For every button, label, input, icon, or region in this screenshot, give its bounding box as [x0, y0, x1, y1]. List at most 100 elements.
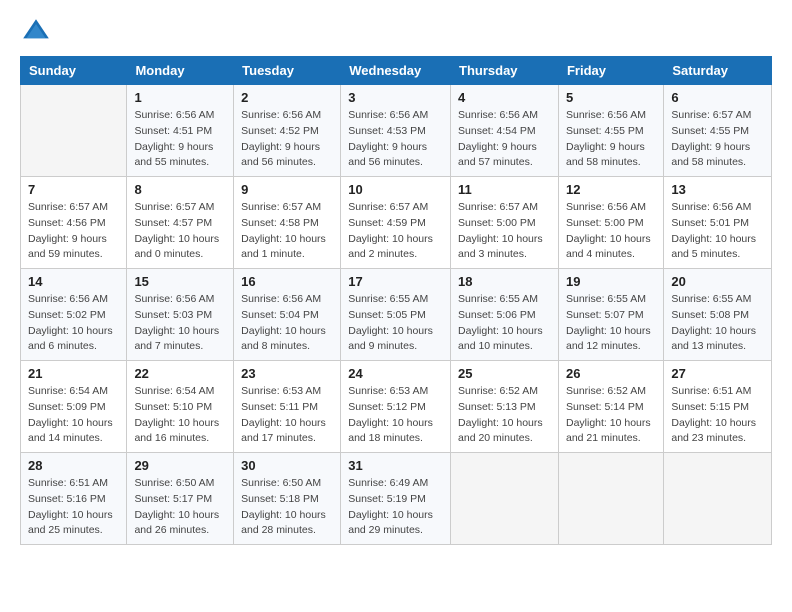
- day-number: 13: [671, 182, 764, 197]
- calendar-table: SundayMondayTuesdayWednesdayThursdayFrid…: [20, 56, 772, 545]
- day-number: 24: [348, 366, 443, 381]
- day-info: Sunrise: 6:51 AMSunset: 5:15 PMDaylight:…: [671, 384, 764, 447]
- day-number: 31: [348, 458, 443, 473]
- day-info: Sunrise: 6:51 AMSunset: 5:16 PMDaylight:…: [28, 476, 119, 539]
- calendar-header-monday: Monday: [127, 57, 234, 85]
- day-info: Sunrise: 6:56 AMSunset: 4:52 PMDaylight:…: [241, 108, 333, 171]
- day-number: 28: [28, 458, 119, 473]
- calendar-cell: 3 Sunrise: 6:56 AMSunset: 4:53 PMDaylight…: [341, 85, 451, 177]
- day-info: Sunrise: 6:56 AMSunset: 5:03 PMDaylight:…: [134, 292, 226, 355]
- day-info: Sunrise: 6:57 AMSunset: 4:58 PMDaylight:…: [241, 200, 333, 263]
- calendar-week-row: 28 Sunrise: 6:51 AMSunset: 5:16 PMDayligh…: [21, 453, 772, 545]
- calendar-cell: 22 Sunrise: 6:54 AMSunset: 5:10 PMDayligh…: [127, 361, 234, 453]
- day-number: 22: [134, 366, 226, 381]
- day-number: 11: [458, 182, 551, 197]
- day-info: Sunrise: 6:56 AMSunset: 5:02 PMDaylight:…: [28, 292, 119, 355]
- calendar-cell: 31 Sunrise: 6:49 AMSunset: 5:19 PMDayligh…: [341, 453, 451, 545]
- day-info: Sunrise: 6:57 AMSunset: 5:00 PMDaylight:…: [458, 200, 551, 263]
- day-number: 2: [241, 90, 333, 105]
- day-info: Sunrise: 6:50 AMSunset: 5:18 PMDaylight:…: [241, 476, 333, 539]
- day-info: Sunrise: 6:50 AMSunset: 5:17 PMDaylight:…: [134, 476, 226, 539]
- calendar-cell: 21 Sunrise: 6:54 AMSunset: 5:09 PMDayligh…: [21, 361, 127, 453]
- calendar-cell: 7 Sunrise: 6:57 AMSunset: 4:56 PMDaylight…: [21, 177, 127, 269]
- calendar-header-thursday: Thursday: [451, 57, 559, 85]
- calendar-cell: 16 Sunrise: 6:56 AMSunset: 5:04 PMDayligh…: [234, 269, 341, 361]
- day-info: Sunrise: 6:57 AMSunset: 4:56 PMDaylight:…: [28, 200, 119, 263]
- day-number: 30: [241, 458, 333, 473]
- calendar-cell: 13Sunrise: 6:56 AMSunset: 5:01 PMDayligh…: [664, 177, 772, 269]
- calendar-cell: 10 Sunrise: 6:57 AMSunset: 4:59 PMDayligh…: [341, 177, 451, 269]
- calendar-cell: [558, 453, 663, 545]
- day-number: 23: [241, 366, 333, 381]
- calendar-cell: 28 Sunrise: 6:51 AMSunset: 5:16 PMDayligh…: [21, 453, 127, 545]
- day-number: 25: [458, 366, 551, 381]
- day-number: 7: [28, 182, 119, 197]
- day-number: 19: [566, 274, 656, 289]
- calendar-cell: 4 Sunrise: 6:56 AMSunset: 4:54 PMDaylight…: [451, 85, 559, 177]
- day-info: Sunrise: 6:54 AMSunset: 5:09 PMDaylight:…: [28, 384, 119, 447]
- calendar-header-wednesday: Wednesday: [341, 57, 451, 85]
- calendar-header-friday: Friday: [558, 57, 663, 85]
- day-number: 20: [671, 274, 764, 289]
- day-number: 16: [241, 274, 333, 289]
- day-info: Sunrise: 6:56 AMSunset: 4:53 PMDaylight:…: [348, 108, 443, 171]
- calendar-header-tuesday: Tuesday: [234, 57, 341, 85]
- day-info: Sunrise: 6:55 AMSunset: 5:05 PMDaylight:…: [348, 292, 443, 355]
- day-info: Sunrise: 6:57 AMSunset: 4:59 PMDaylight:…: [348, 200, 443, 263]
- calendar-header-row: SundayMondayTuesdayWednesdayThursdayFrid…: [21, 57, 772, 85]
- day-number: 4: [458, 90, 551, 105]
- calendar-cell: 14 Sunrise: 6:56 AMSunset: 5:02 PMDayligh…: [21, 269, 127, 361]
- day-number: 14: [28, 274, 119, 289]
- day-info: Sunrise: 6:56 AMSunset: 5:04 PMDaylight:…: [241, 292, 333, 355]
- calendar-cell: 23 Sunrise: 6:53 AMSunset: 5:11 PMDayligh…: [234, 361, 341, 453]
- calendar-cell: 25 Sunrise: 6:52 AMSunset: 5:13 PMDayligh…: [451, 361, 559, 453]
- day-number: 3: [348, 90, 443, 105]
- day-info: Sunrise: 6:55 AMSunset: 5:08 PMDaylight:…: [671, 292, 764, 355]
- day-number: 10: [348, 182, 443, 197]
- calendar-week-row: 21 Sunrise: 6:54 AMSunset: 5:09 PMDayligh…: [21, 361, 772, 453]
- logo: [20, 16, 56, 48]
- day-info: Sunrise: 6:49 AMSunset: 5:19 PMDaylight:…: [348, 476, 443, 539]
- logo-icon: [20, 16, 52, 48]
- calendar-cell: 19Sunrise: 6:55 AMSunset: 5:07 PMDayligh…: [558, 269, 663, 361]
- day-info: Sunrise: 6:56 AMSunset: 4:54 PMDaylight:…: [458, 108, 551, 171]
- day-number: 8: [134, 182, 226, 197]
- day-number: 27: [671, 366, 764, 381]
- calendar-cell: 12Sunrise: 6:56 AMSunset: 5:00 PMDayligh…: [558, 177, 663, 269]
- day-number: 21: [28, 366, 119, 381]
- calendar-cell: [21, 85, 127, 177]
- calendar-cell: 2 Sunrise: 6:56 AMSunset: 4:52 PMDaylight…: [234, 85, 341, 177]
- calendar-week-row: 7 Sunrise: 6:57 AMSunset: 4:56 PMDaylight…: [21, 177, 772, 269]
- day-info: Sunrise: 6:57 AMSunset: 4:55 PMDaylight:…: [671, 108, 764, 171]
- calendar-week-row: 1Sunrise: 6:56 AMSunset: 4:51 PMDaylight…: [21, 85, 772, 177]
- calendar-cell: 17 Sunrise: 6:55 AMSunset: 5:05 PMDayligh…: [341, 269, 451, 361]
- day-info: Sunrise: 6:54 AMSunset: 5:10 PMDaylight:…: [134, 384, 226, 447]
- calendar-cell: [451, 453, 559, 545]
- calendar-cell: 18Sunrise: 6:55 AMSunset: 5:06 PMDayligh…: [451, 269, 559, 361]
- calendar-cell: 8 Sunrise: 6:57 AMSunset: 4:57 PMDaylight…: [127, 177, 234, 269]
- day-number: 26: [566, 366, 656, 381]
- day-info: Sunrise: 6:56 AMSunset: 5:00 PMDaylight:…: [566, 200, 656, 263]
- day-info: Sunrise: 6:57 AMSunset: 4:57 PMDaylight:…: [134, 200, 226, 263]
- day-info: Sunrise: 6:52 AMSunset: 5:13 PMDaylight:…: [458, 384, 551, 447]
- calendar-header-saturday: Saturday: [664, 57, 772, 85]
- calendar-cell: 1Sunrise: 6:56 AMSunset: 4:51 PMDaylight…: [127, 85, 234, 177]
- day-info: Sunrise: 6:52 AMSunset: 5:14 PMDaylight:…: [566, 384, 656, 447]
- day-number: 18: [458, 274, 551, 289]
- day-number: 17: [348, 274, 443, 289]
- day-number: 9: [241, 182, 333, 197]
- day-info: Sunrise: 6:56 AMSunset: 4:51 PMDaylight:…: [134, 108, 226, 171]
- calendar-week-row: 14 Sunrise: 6:56 AMSunset: 5:02 PMDayligh…: [21, 269, 772, 361]
- calendar-cell: 11 Sunrise: 6:57 AMSunset: 5:00 PMDayligh…: [451, 177, 559, 269]
- day-info: Sunrise: 6:56 AMSunset: 4:55 PMDaylight:…: [566, 108, 656, 171]
- calendar-cell: 6 Sunrise: 6:57 AMSunset: 4:55 PMDaylight…: [664, 85, 772, 177]
- page-header: [20, 16, 772, 48]
- calendar-cell: 30 Sunrise: 6:50 AMSunset: 5:18 PMDayligh…: [234, 453, 341, 545]
- day-info: Sunrise: 6:53 AMSunset: 5:11 PMDaylight:…: [241, 384, 333, 447]
- calendar-cell: 9 Sunrise: 6:57 AMSunset: 4:58 PMDaylight…: [234, 177, 341, 269]
- day-info: Sunrise: 6:53 AMSunset: 5:12 PMDaylight:…: [348, 384, 443, 447]
- calendar-cell: 24 Sunrise: 6:53 AMSunset: 5:12 PMDayligh…: [341, 361, 451, 453]
- calendar-cell: 20 Sunrise: 6:55 AMSunset: 5:08 PMDayligh…: [664, 269, 772, 361]
- calendar-cell: 27 Sunrise: 6:51 AMSunset: 5:15 PMDayligh…: [664, 361, 772, 453]
- day-number: 6: [671, 90, 764, 105]
